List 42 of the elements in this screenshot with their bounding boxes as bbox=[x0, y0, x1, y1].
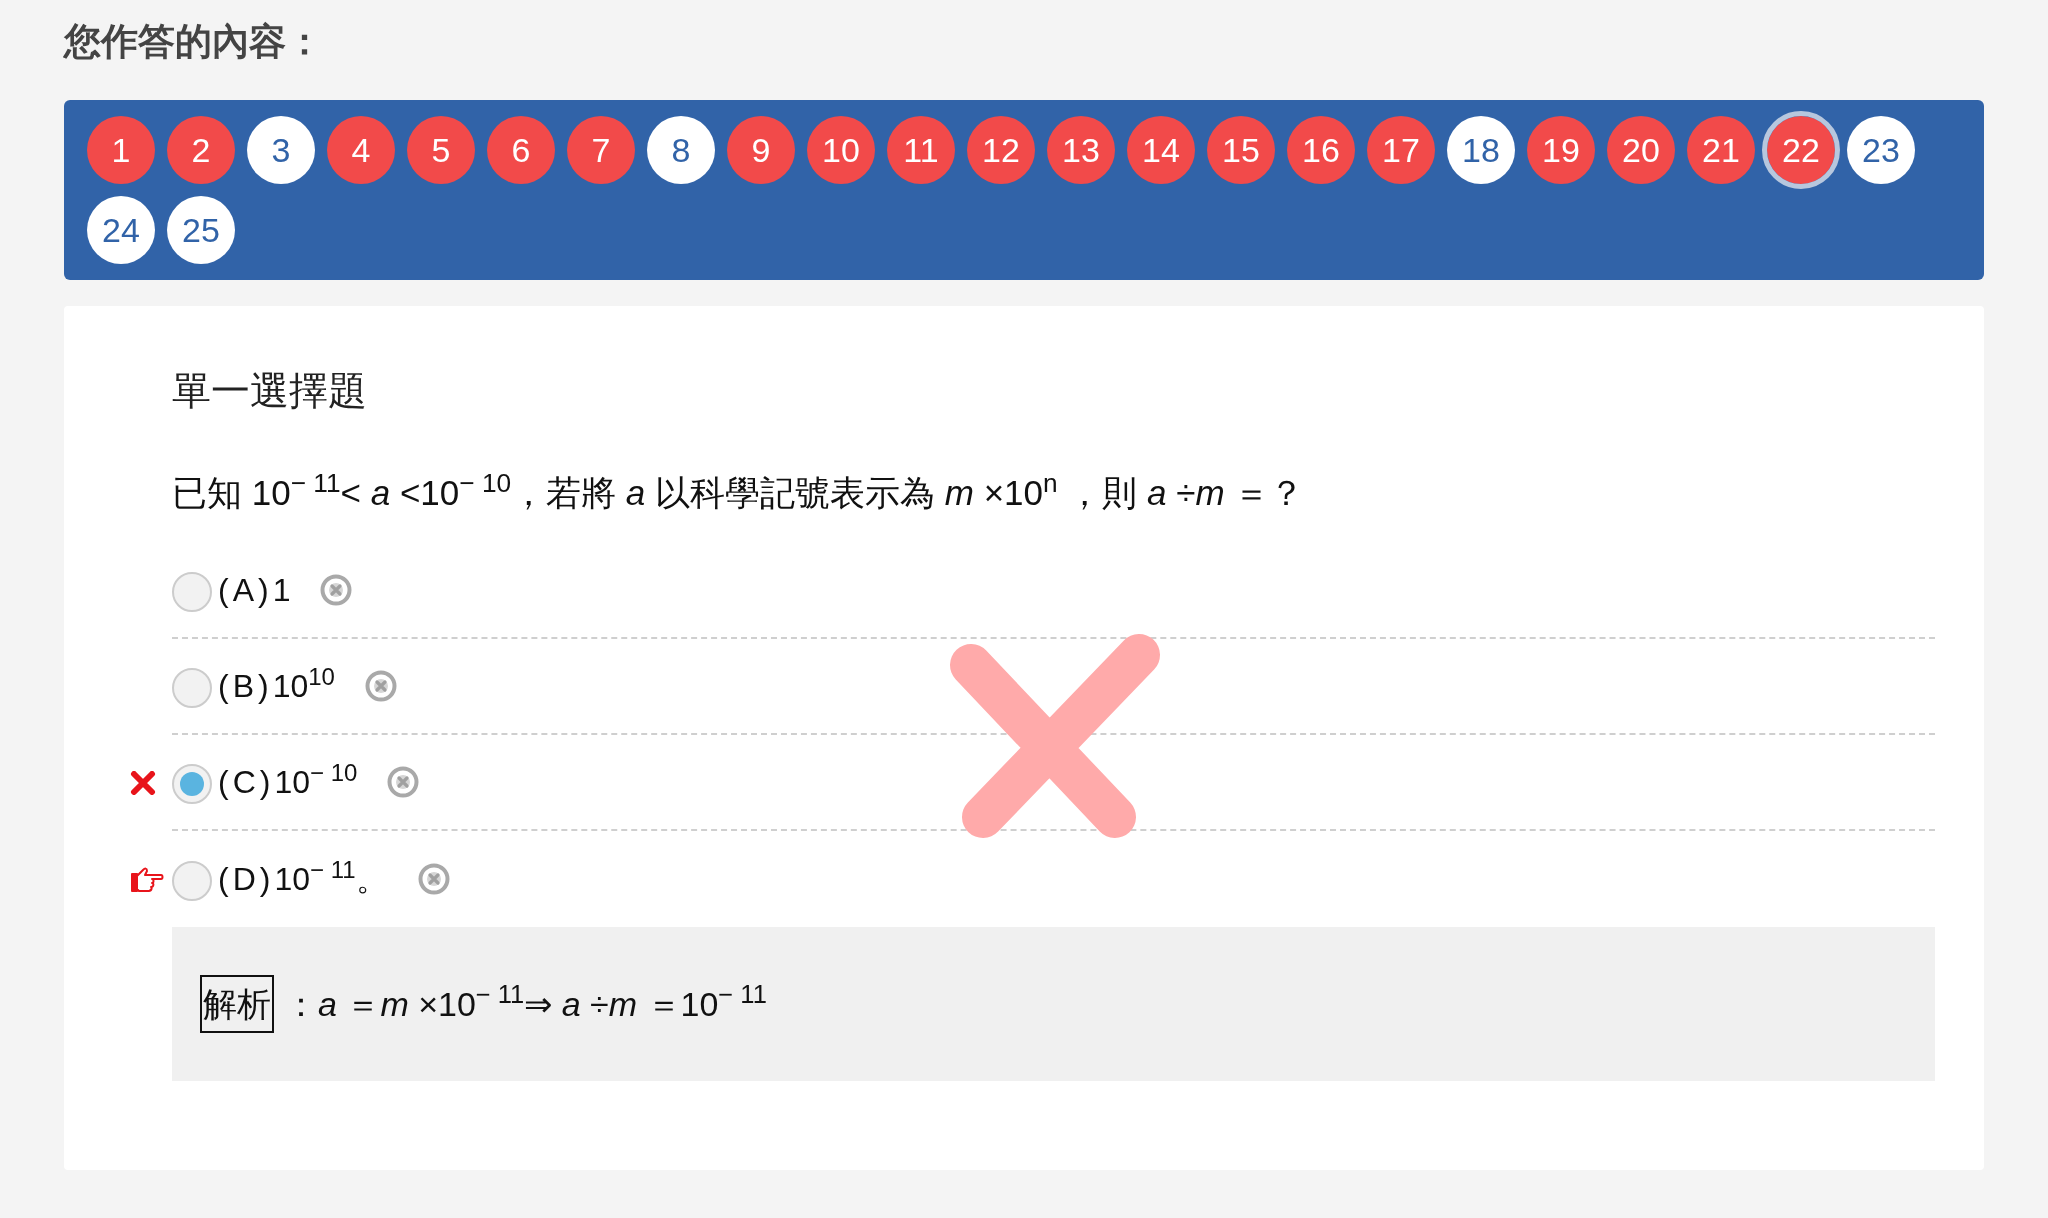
question-number-button[interactable]: 2 bbox=[167, 116, 235, 184]
radio-button[interactable] bbox=[172, 668, 212, 708]
question-number-button[interactable]: 14 bbox=[1127, 116, 1195, 184]
radio-button[interactable] bbox=[172, 764, 212, 804]
question-number-button[interactable]: 5 bbox=[407, 116, 475, 184]
question-number-button[interactable]: 15 bbox=[1207, 116, 1275, 184]
radio-button[interactable] bbox=[172, 572, 212, 612]
question-number-button[interactable]: 3 bbox=[247, 116, 315, 184]
question-number-button[interactable]: 9 bbox=[727, 116, 795, 184]
question-number-button[interactable]: 22 bbox=[1762, 111, 1840, 189]
analysis-label: 解析 bbox=[200, 975, 274, 1033]
section-heading: 您作答的內容： bbox=[64, 20, 323, 64]
question-number-button[interactable]: 20 bbox=[1607, 116, 1675, 184]
question-number-button[interactable]: 4 bbox=[327, 116, 395, 184]
question-number-button[interactable]: 12 bbox=[967, 116, 1035, 184]
question-number-button[interactable]: 17 bbox=[1367, 116, 1435, 184]
cross-circle-icon[interactable] bbox=[387, 766, 420, 798]
option-text: (D)10$^{− 11}$。 bbox=[218, 857, 388, 899]
question-number-button[interactable]: 21 bbox=[1687, 116, 1755, 184]
question-number-button[interactable]: 23 bbox=[1847, 116, 1915, 184]
question-number-button[interactable]: 10 bbox=[807, 116, 875, 184]
option-text: (C)10$^{− 10}$ bbox=[218, 760, 358, 802]
cross-circle-icon[interactable] bbox=[364, 670, 397, 702]
question-number-button[interactable]: 24 bbox=[87, 196, 155, 264]
cross-circle-icon[interactable] bbox=[417, 863, 450, 895]
question-number-button[interactable]: 18 bbox=[1447, 116, 1515, 184]
option-text: (A)1 bbox=[218, 571, 291, 610]
question-number-button[interactable]: 7 bbox=[567, 116, 635, 184]
question-number-button[interactable]: 11 bbox=[887, 116, 955, 184]
radio-button[interactable] bbox=[172, 861, 212, 901]
option-text: (B)10$^{10}$ bbox=[218, 664, 335, 706]
analysis-text: ：a ＝m ×10$^{− 11}$⇒ a ÷m ＝10$^{− 11}$ bbox=[284, 979, 767, 1025]
cross-circle-icon[interactable] bbox=[320, 574, 353, 606]
question-number-button[interactable]: 16 bbox=[1287, 116, 1355, 184]
question-type: 單一選擇題 bbox=[172, 368, 367, 414]
question-number-button[interactable]: 8 bbox=[647, 116, 715, 184]
question-number-button[interactable]: 6 bbox=[487, 116, 555, 184]
question-number-button[interactable]: 13 bbox=[1047, 116, 1115, 184]
question-number-button[interactable]: 1 bbox=[87, 116, 155, 184]
question-number-button[interactable]: 19 bbox=[1527, 116, 1595, 184]
question-number-button[interactable]: 25 bbox=[167, 196, 235, 264]
question-text: 已知 10$^{− 11}$< a <10$^{− 10}$，若將 a 以科學記號表示為 m ×10$^{n}$ ，則 a ÷m ＝？ bbox=[172, 468, 1305, 514]
